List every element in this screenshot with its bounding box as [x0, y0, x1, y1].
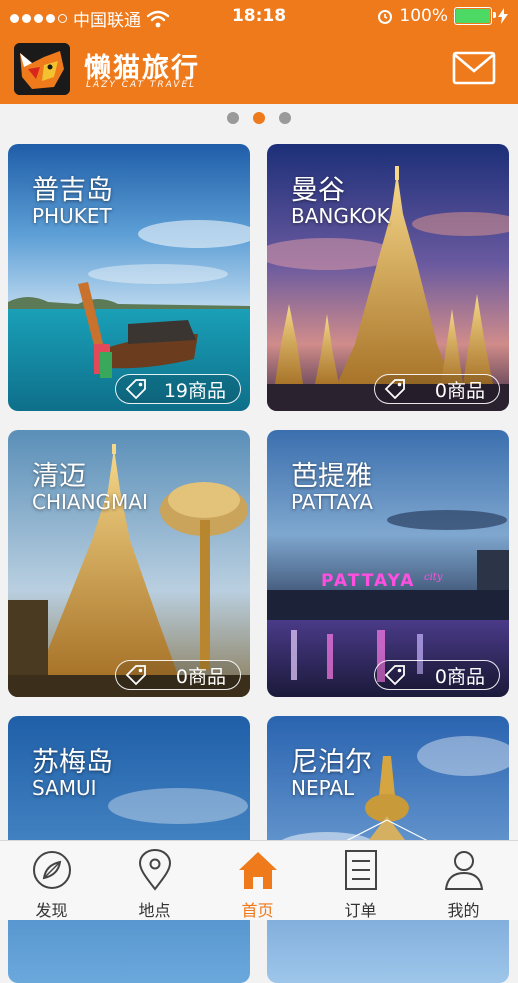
destination-name-en: BANGKOK — [291, 204, 390, 228]
destination-card-pattaya[interactable]: PATTAYA city 芭提雅 PATTAYA 0商品 — [267, 430, 509, 697]
charging-bolt-icon — [498, 8, 508, 24]
destination-name-en: PATTAYA — [291, 490, 373, 514]
brand-subtitle: LAZY CAT TRAVEL — [86, 80, 197, 90]
alarm-clock-icon — [378, 10, 393, 24]
status-bar: 中国联通 18:18 100% — [0, 0, 518, 34]
destination-name-en: NEPAL — [291, 776, 355, 800]
status-left: 中国联通 — [10, 6, 169, 31]
destination-name-en: PHUKET — [32, 204, 112, 228]
destination-name-zh: 曼谷 — [291, 175, 345, 206]
tab-label: 发现 — [35, 901, 68, 920]
fox-logo-icon — [14, 43, 70, 95]
tab-home[interactable]: 首页 — [206, 841, 309, 921]
tab-orders[interactable]: 订单 — [309, 841, 412, 921]
destination-name-en: SAMUI — [32, 776, 97, 800]
price-tag-icon — [384, 379, 405, 400]
tab-label: 订单 — [344, 901, 377, 920]
destination-card-chiangmai[interactable]: 清迈 CHIANGMAI 0商品 — [8, 430, 250, 697]
pattaya-sign-script: city — [424, 572, 443, 583]
mail-icon — [452, 51, 496, 85]
carrier-label: 中国联通 — [73, 11, 141, 31]
pattaya-sign: PATTAYA — [321, 571, 415, 591]
product-count-badge: 19商品 — [115, 374, 241, 404]
carousel-dot[interactable] — [253, 112, 265, 124]
destination-card-phuket[interactable]: 普吉岛 PHUKET 19商品 — [8, 144, 250, 411]
wifi-icon — [147, 10, 169, 27]
bottom-tab-bar: 发现 地点 首页 订单 我的 — [0, 840, 518, 920]
price-tag-icon — [384, 665, 405, 686]
destination-name-zh: 芭提雅 — [291, 461, 372, 492]
signal-strength-icon — [10, 14, 67, 23]
destination-name-zh: 普吉岛 — [32, 175, 113, 206]
destination-name-zh: 苏梅岛 — [32, 747, 113, 778]
tab-label: 地点 — [138, 901, 171, 920]
battery-icon — [454, 7, 496, 25]
tab-label: 我的 — [447, 901, 480, 920]
carousel-page-indicator[interactable] — [0, 112, 518, 126]
tab-mine[interactable]: 我的 — [412, 841, 515, 921]
tab-places[interactable]: 地点 — [103, 841, 206, 921]
order-list-icon — [345, 850, 377, 890]
tab-label: 首页 — [241, 901, 274, 920]
compass-icon — [33, 851, 71, 889]
product-count: 0商品 — [175, 665, 226, 688]
status-right: 100% — [377, 6, 508, 26]
carousel-dot[interactable] — [227, 112, 239, 124]
product-count-badge: 0商品 — [374, 660, 500, 690]
user-icon — [444, 851, 484, 890]
product-count: 0商品 — [434, 379, 485, 402]
tab-discover[interactable]: 发现 — [0, 841, 103, 921]
destination-name-zh: 尼泊尔 — [291, 747, 372, 778]
product-count: 19商品 — [163, 379, 226, 402]
product-count-badge: 0商品 — [374, 374, 500, 404]
product-count: 0商品 — [434, 665, 485, 688]
product-count-badge: 0商品 — [115, 660, 241, 690]
destination-name-en: CHIANGMAI — [32, 490, 148, 514]
price-tag-icon — [125, 665, 146, 686]
app-header: 懒猫旅行 LAZY CAT TRAVEL — [0, 34, 518, 104]
mail-button[interactable] — [452, 50, 496, 86]
destination-name-zh: 清迈 — [32, 461, 86, 492]
home-icon — [239, 852, 277, 889]
price-tag-icon — [125, 379, 146, 400]
carousel-dot[interactable] — [279, 112, 291, 124]
destination-card-bangkok[interactable]: 曼谷 BANGKOK 0商品 — [267, 144, 509, 411]
battery-percent: 100% — [399, 6, 448, 26]
location-pin-icon — [138, 849, 172, 891]
